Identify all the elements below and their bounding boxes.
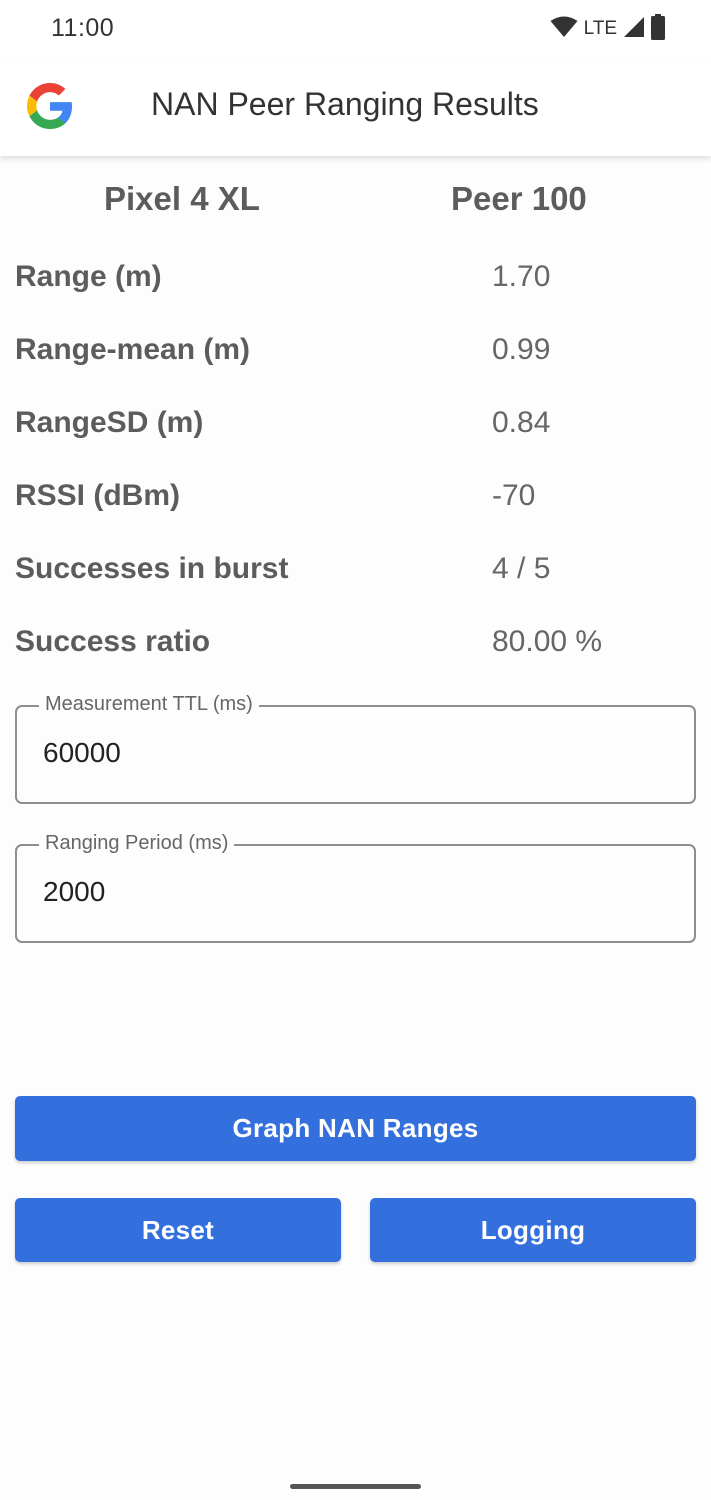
ranging-period-field[interactable]: Ranging Period (ms) — [15, 832, 696, 943]
metric-row-range-mean: Range-mean (m) 0.99 — [0, 333, 711, 377]
metric-row-range: Range (m) 1.70 — [0, 260, 711, 304]
results-header: Pixel 4 XL Peer 100 — [0, 180, 711, 226]
page-title: NAN Peer Ranging Results — [151, 86, 539, 122]
metric-row-range-sd: RangeSD (m) 0.84 — [0, 406, 711, 450]
metric-label: Success ratio — [15, 625, 211, 658]
metric-row-success-ratio: Success ratio 80.00 % — [0, 625, 711, 669]
metric-row-rssi: RSSI (dBm) -70 — [0, 479, 711, 523]
metric-value: 0.84 — [492, 406, 551, 439]
device-name: Pixel 4 XL — [104, 180, 260, 217]
metric-value: 80.00 % — [492, 625, 603, 658]
google-logo-icon — [27, 83, 73, 129]
metric-row-successes: Successes in burst 4 / 5 — [0, 552, 711, 596]
metric-value: 4 / 5 — [492, 552, 551, 585]
metric-label: RangeSD (m) — [15, 406, 204, 439]
metric-label: RSSI (dBm) — [15, 479, 180, 512]
measurement-ttl-label: Measurement TTL (ms) — [39, 693, 259, 716]
metric-value: 0.99 — [492, 333, 551, 366]
graph-nan-ranges-button[interactable]: Graph NAN Ranges — [15, 1096, 696, 1161]
wifi-icon — [550, 16, 578, 43]
status-bar: 11:00 LTE — [0, 0, 711, 58]
measurement-ttl-field[interactable]: Measurement TTL (ms) — [15, 693, 696, 804]
metric-value: -70 — [492, 479, 536, 512]
metric-label: Successes in burst — [15, 552, 289, 585]
measurement-ttl-input[interactable] — [43, 737, 643, 769]
battery-icon — [651, 13, 665, 45]
status-time: 11:00 — [51, 14, 115, 42]
peer-name: Peer 100 — [451, 180, 587, 217]
ranging-period-label: Ranging Period (ms) — [39, 832, 235, 855]
network-type: LTE — [583, 18, 617, 39]
status-icons: LTE — [550, 13, 665, 45]
app-bar: NAN Peer Ranging Results — [0, 58, 711, 156]
reset-button[interactable]: Reset — [15, 1198, 341, 1262]
cell-signal-icon — [623, 16, 645, 43]
ranging-period-input[interactable] — [43, 876, 643, 908]
metric-label: Range (m) — [15, 260, 162, 293]
logging-button[interactable]: Logging — [370, 1198, 696, 1262]
metric-value: 1.70 — [492, 260, 551, 293]
metric-label: Range-mean (m) — [15, 333, 251, 366]
gesture-nav-handle[interactable] — [290, 1484, 421, 1489]
